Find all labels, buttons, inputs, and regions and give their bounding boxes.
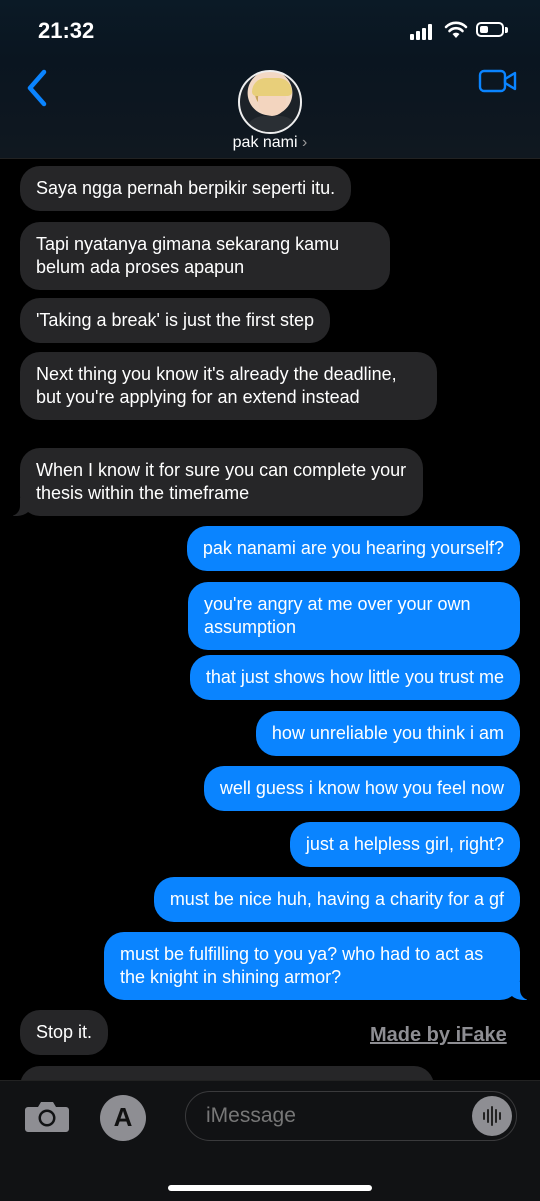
incoming-message[interactable]: When I know it for sure you can complete… <box>0 448 423 516</box>
outgoing-message[interactable]: that just shows how little you trust me <box>189 655 520 700</box>
status-time: 21:32 <box>38 18 95 43</box>
message-input[interactable] <box>204 1092 468 1140</box>
chevron-right-icon: › <box>302 134 308 151</box>
message-thread[interactable]: Saya ngga pernah berpikir seperti itu. T… <box>0 158 540 1106</box>
home-indicator <box>168 1185 372 1191</box>
waveform-icon[interactable] <box>472 1096 512 1136</box>
outgoing-message[interactable]: how unreliable you think i am <box>255 711 520 756</box>
video-camera-icon[interactable] <box>478 68 518 94</box>
incoming-message[interactable]: Stop it. <box>20 1010 109 1055</box>
watermark-link[interactable]: Made by iFake <box>370 1024 507 1047</box>
incoming-message[interactable]: 'Taking a break' is just the first step <box>20 298 330 343</box>
camera-icon[interactable] <box>24 1099 70 1133</box>
outgoing-message[interactable]: pak nanami are you hearing yourself? <box>186 526 520 571</box>
status-bar: 21:32 <box>0 0 540 60</box>
message-input-field[interactable] <box>185 1091 517 1141</box>
contact-name: pak nami <box>232 134 298 151</box>
outgoing-message[interactable]: you're angry at me over your own assumpt… <box>188 582 520 650</box>
battery-icon <box>476 22 508 37</box>
incoming-message[interactable]: Next thing you know it's already the dea… <box>20 352 437 420</box>
contact-avatar[interactable] <box>238 70 302 134</box>
incoming-message[interactable]: Saya ngga pernah berpikir seperti itu. <box>20 166 352 211</box>
outgoing-message[interactable]: must be nice huh, having a charity for a… <box>153 877 520 922</box>
contact-name-button[interactable]: pak nami › <box>0 134 540 152</box>
outgoing-message[interactable]: just a helpless girl, right? <box>289 822 520 867</box>
conversation-header: pak nami › <box>0 60 540 159</box>
incoming-message[interactable]: Tapi nyatanya gimana sekarang kamu belum… <box>20 222 390 290</box>
app-store-icon[interactable]: A <box>100 1095 146 1141</box>
outgoing-message[interactable]: well guess i know how you feel now <box>203 766 520 811</box>
wifi-icon <box>444 21 468 38</box>
message-composer: A <box>0 1080 540 1201</box>
back-chevron-icon[interactable] <box>22 68 52 108</box>
cellular-signal-icon <box>410 24 436 40</box>
outgoing-message[interactable]: must be fulfilling to you ya? who had to… <box>104 932 540 1000</box>
